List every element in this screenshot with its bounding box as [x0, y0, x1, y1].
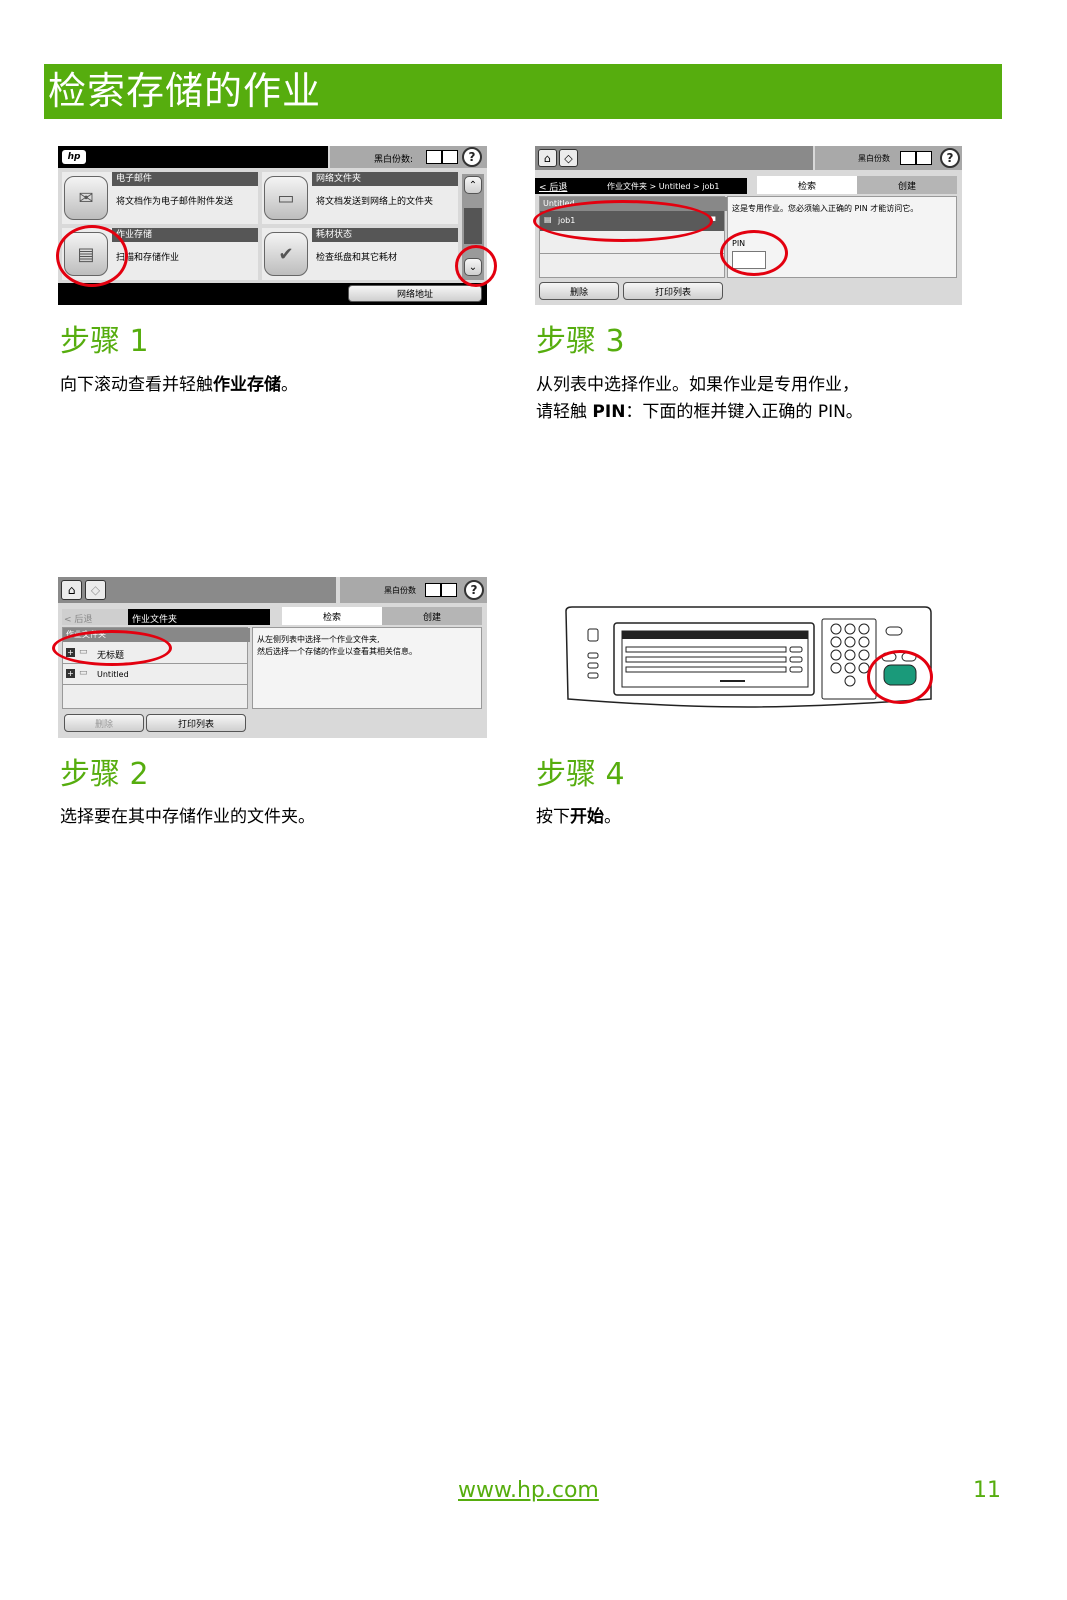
delete-button[interactable]: 删除: [64, 714, 144, 732]
tile-supplies-status-title: 耗材状态: [312, 228, 458, 242]
step2-heading: 步骤 2: [60, 757, 149, 792]
tile-email-title: 电子邮件: [112, 172, 258, 186]
step1-heading: 步骤 1: [60, 324, 149, 359]
highlight-ring-job-storage: [56, 225, 128, 287]
network-address-button[interactable]: 网络地址: [348, 285, 482, 302]
tile-network-folder-title: 网络文件夹: [312, 172, 458, 186]
tile-supplies-status-desc: 检查纸盘和其它耗材: [316, 253, 398, 263]
step2-text: 选择要在其中存储作业的文件夹。: [60, 807, 315, 827]
back-link[interactable]: < 后退: [64, 612, 92, 625]
tile-network-folder[interactable]: 网络文件夹 ▭ 将文档发送到网络上的文件夹: [262, 172, 458, 224]
footer-url-link[interactable]: www.hp.com: [458, 1478, 599, 1503]
highlight-ring-folder: [52, 630, 172, 666]
copies-label: 黑白份数:: [374, 155, 414, 165]
tab-retrieve[interactable]: 检索: [282, 607, 382, 625]
detail-pane: 从左侧列表中选择一个作业文件夹, 然后选择一个存储的作业以查看其相关信息。: [252, 627, 482, 709]
copies-counter[interactable]: [900, 151, 932, 165]
step4-text: 按下开始。: [536, 807, 621, 827]
breadcrumb: 作业文件夹: [132, 615, 178, 625]
supplies-icon: ✔: [264, 232, 308, 276]
scroll-thumb[interactable]: [464, 208, 482, 244]
list-divider: [540, 253, 724, 254]
copies-counter[interactable]: [425, 583, 457, 597]
copies-label: 黑白份数: [384, 586, 416, 595]
scroll-up-icon[interactable]: ⌃: [464, 176, 482, 194]
step3-heading: 步骤 3: [536, 324, 625, 359]
hp-logo: hp: [62, 150, 86, 164]
screen1-panel: hp 黑白份数: ? 电子邮件 ✉ 将文档作为电子邮件附件发送 网络文件夹 ▭ …: [58, 146, 487, 305]
info-line-1: 从左侧列表中选择一个作业文件夹,: [257, 635, 380, 644]
step1-text: 向下滚动查看并轻触作业存储。: [60, 375, 298, 395]
tile-job-storage-title: 作业存储: [112, 228, 258, 242]
home-icon[interactable]: ⌂: [61, 580, 82, 600]
stop-icon[interactable]: ◇: [559, 149, 578, 167]
folder-icon: ▭: [79, 668, 88, 678]
tab-create[interactable]: 创建: [857, 176, 957, 194]
step3-text-line1: 从列表中选择作业。如果作业是专用作业，: [536, 375, 859, 395]
list-item-folder-2[interactable]: + ▭ Untitled: [63, 664, 247, 685]
highlight-ring-start: [867, 650, 933, 704]
private-job-message: 这是专用作业。您必须输入正确的 PIN 才能访问它。: [732, 204, 919, 213]
print-list-button[interactable]: 打印列表: [146, 714, 246, 732]
info-line-2: 然后选择一个存储的作业以查看其相关信息。: [257, 647, 417, 656]
tile-email[interactable]: 电子邮件 ✉ 将文档作为电子邮件附件发送: [62, 172, 258, 224]
help-icon[interactable]: ?: [462, 147, 482, 167]
stop-icon[interactable]: ◇: [85, 580, 106, 600]
highlight-ring-job1: [533, 200, 713, 242]
expand-icon[interactable]: +: [66, 669, 75, 678]
tab-retrieve[interactable]: 检索: [757, 176, 857, 194]
screen1-top-bar: [58, 146, 328, 168]
copies-counter[interactable]: [426, 150, 458, 164]
envelope-icon: ✉: [64, 176, 108, 220]
tile-network-folder-desc: 将文档发送到网络上的文件夹: [316, 197, 434, 207]
step4-heading: 步骤 4: [536, 757, 625, 792]
delete-button[interactable]: 删除: [539, 282, 619, 300]
home-icon[interactable]: ⌂: [538, 149, 557, 167]
help-icon[interactable]: ?: [940, 148, 960, 168]
highlight-ring-pin: [720, 230, 788, 276]
tab-create[interactable]: 创建: [382, 607, 482, 625]
tile-supplies-status[interactable]: 耗材状态 ✔ 检查纸盘和其它耗材: [262, 228, 458, 280]
breadcrumb: 作业文件夹 > Untitled > job1: [607, 182, 720, 191]
tile-email-desc: 将文档作为电子邮件附件发送: [116, 197, 234, 207]
print-list-button[interactable]: 打印列表: [623, 282, 723, 300]
highlight-ring-scroll-down: [455, 245, 497, 287]
folder-name: Untitled: [97, 670, 129, 679]
back-link[interactable]: < 后退: [539, 180, 567, 193]
help-icon[interactable]: ?: [464, 580, 484, 600]
copies-label: 黑白份数: [858, 154, 890, 163]
page-title: 检索存储的作业: [48, 69, 322, 113]
step3-text-line2: 请轻触 PIN：下面的框并键入正确的 PIN。: [536, 402, 863, 422]
page-number: 11: [973, 1478, 1001, 1503]
folder-icon: ▭: [264, 176, 308, 220]
